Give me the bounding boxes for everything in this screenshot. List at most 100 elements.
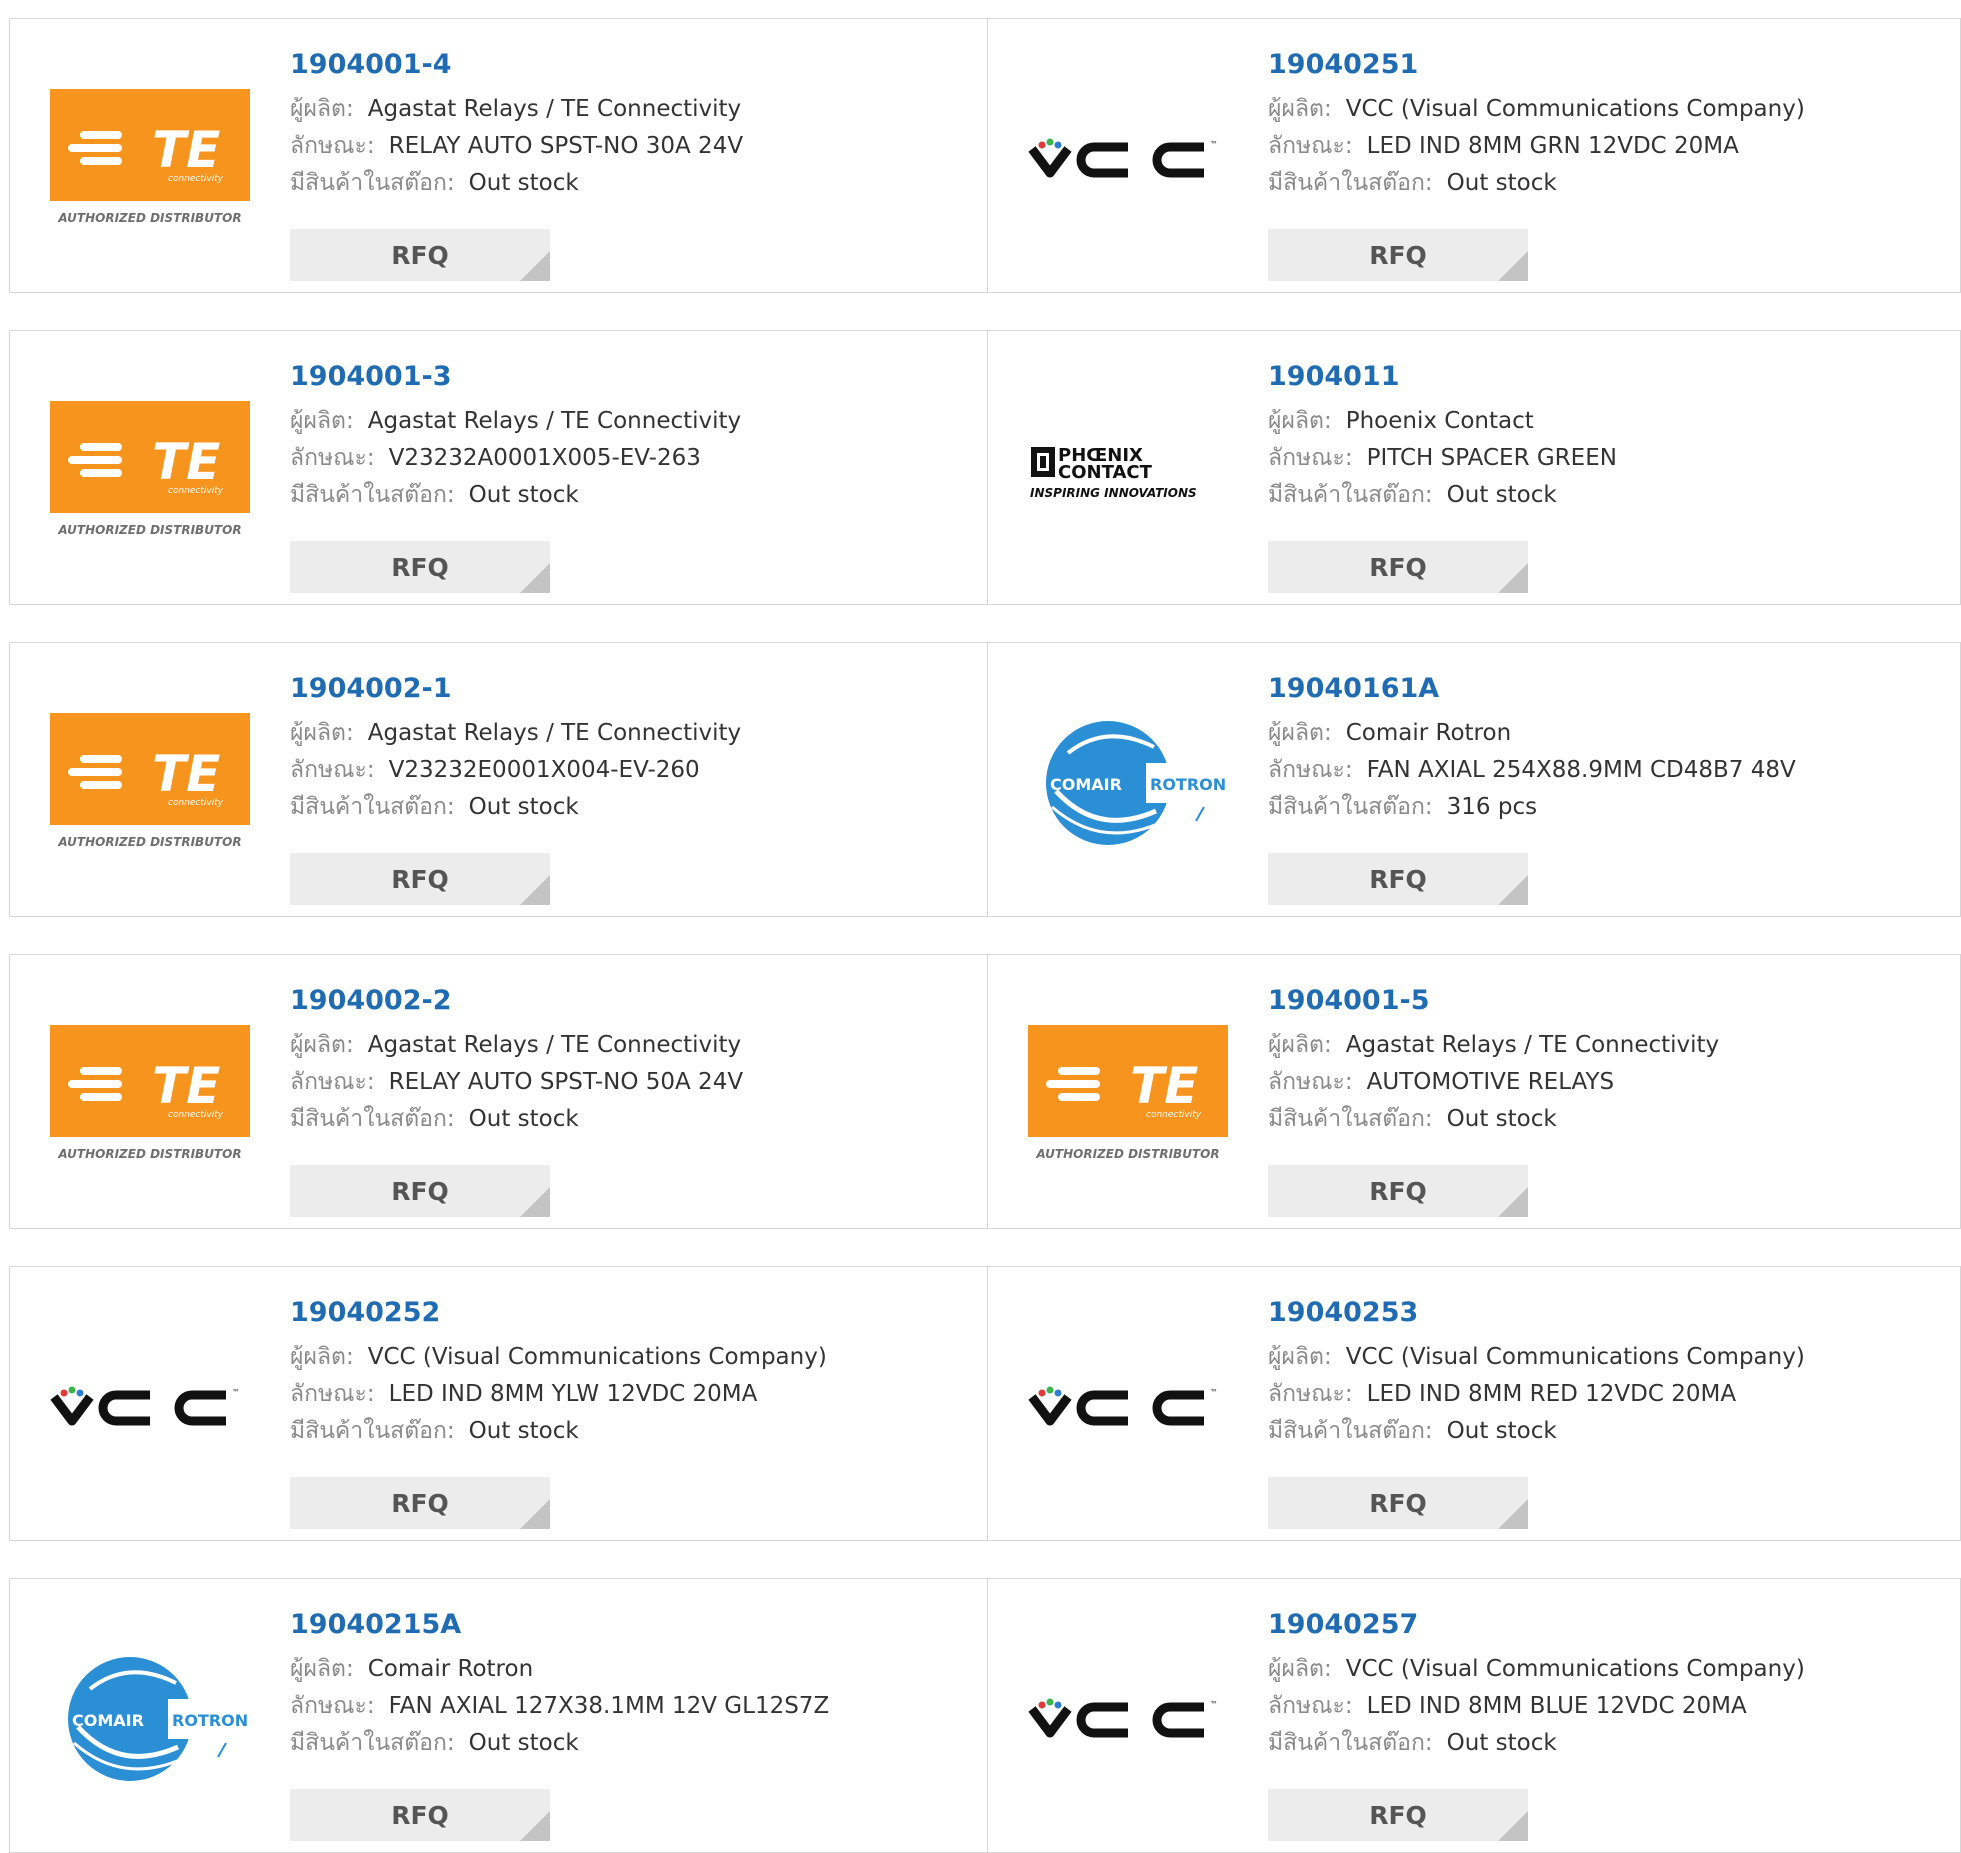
- stock-value: Out stock: [468, 482, 579, 508]
- rfq-label: RFQ: [391, 1801, 449, 1830]
- rfq-button[interactable]: RFQ: [290, 1789, 550, 1841]
- vcc-logo: ™: [1028, 138, 1218, 178]
- rfq-button[interactable]: RFQ: [1268, 1165, 1528, 1217]
- description-line: ลักษณะ: FAN AXIAL 127X38.1MM 12V GL12S7Z: [290, 1688, 829, 1725]
- brand-logo: COMAIR ROTRON: [50, 1649, 250, 1791]
- brand-logo: ™: [1028, 89, 1228, 231]
- te-connectivity-logo: TEconnectivity AUTHORIZED DISTRIBUTOR: [1028, 1025, 1228, 1161]
- part-number-link[interactable]: 19040252: [290, 1297, 827, 1329]
- rfq-label: RFQ: [1369, 241, 1427, 270]
- manufacturer-value: VCC (Visual Communications Company): [1345, 1656, 1805, 1682]
- description-label: ลักษณะ:: [1268, 1069, 1353, 1095]
- stock-value: Out stock: [468, 1730, 579, 1756]
- product-card: TE connectivity AUTHORIZED DISTRIBUTOR 1904…: [10, 955, 987, 1228]
- manufacturer-line: ผู้ผลิต: VCC (Visual Communications Compa…: [1268, 1339, 1805, 1376]
- svg-text:AUTHORIZED DISTRIBUTOR: AUTHORIZED DISTRIBUTOR: [57, 835, 241, 849]
- product-info: 19040215A ผู้ผลิต: Comair Rotron ลักษณะ: FAN…: [290, 1609, 829, 1762]
- svg-text:™: ™: [232, 1388, 240, 1397]
- svg-text:ROTRON: ROTRON: [1150, 775, 1226, 794]
- corner-triangle-icon: [1498, 875, 1528, 905]
- svg-text:TE: TE: [152, 745, 220, 803]
- product-card: PHŒNIX CONTACT INSPIRING INNOVATIONS 190401…: [988, 331, 1961, 604]
- svg-text:ROTRON: ROTRON: [172, 1711, 248, 1730]
- svg-text:connectivity: connectivity: [168, 174, 224, 184]
- part-number-link[interactable]: 1904001-5: [1268, 985, 1719, 1017]
- stock-value: Out stock: [1446, 1418, 1557, 1444]
- stock-value: Out stock: [468, 1418, 579, 1444]
- rfq-button[interactable]: RFQ: [290, 1165, 550, 1217]
- manufacturer-value: Comair Rotron: [1345, 720, 1512, 746]
- rfq-button[interactable]: RFQ: [1268, 1789, 1528, 1841]
- manufacturer-label: ผู้ผลิต:: [1268, 96, 1332, 122]
- part-number-link[interactable]: 19040251: [1268, 49, 1805, 81]
- manufacturer-label: ผู้ผลิต:: [290, 1656, 354, 1682]
- rfq-button[interactable]: RFQ: [1268, 853, 1528, 905]
- stock-line: มีสินค้าในสต๊อก: Out stock: [290, 165, 743, 202]
- description-label: ลักษณะ:: [1268, 757, 1353, 783]
- stock-line: มีสินค้าในสต๊อก: Out stock: [290, 1725, 829, 1762]
- part-number-link[interactable]: 1904001-4: [290, 49, 743, 81]
- stock-value: Out stock: [468, 794, 579, 820]
- part-number-link[interactable]: 19040257: [1268, 1609, 1805, 1641]
- product-info: 1904001-3 ผู้ผลิต: Agastat Relays / TE Con…: [290, 361, 741, 514]
- stock-line: มีสินค้าในสต๊อก: Out stock: [290, 1413, 827, 1450]
- manufacturer-value: Agastat Relays / TE Connectivity: [367, 1032, 742, 1058]
- description-value: RELAY AUTO SPST-NO 30A 24V: [388, 133, 744, 159]
- rfq-button[interactable]: RFQ: [290, 541, 550, 593]
- product-info: 1904011 ผู้ผลิต: Phoenix Contact ลักษณะ: PIT…: [1268, 361, 1617, 514]
- stock-line: มีสินค้าในสต๊อก: Out stock: [290, 789, 741, 826]
- stock-line: มีสินค้าในสต๊อก: 316 pcs: [1268, 789, 1796, 826]
- description-label: ลักษณะ:: [290, 1069, 375, 1095]
- rfq-label: RFQ: [391, 1489, 449, 1518]
- rfq-button[interactable]: RFQ: [290, 1477, 550, 1529]
- description-line: ลักษณะ: LED IND 8MM RED 12VDC 20MA: [1268, 1376, 1805, 1413]
- stock-label: มีสินค้าในสต๊อก:: [290, 1418, 455, 1444]
- part-number-link[interactable]: 1904001-3: [290, 361, 741, 393]
- svg-text:™: ™: [1210, 140, 1218, 149]
- manufacturer-line: ผู้ผลิต: Agastat Relays / TE Connectivity: [290, 715, 741, 752]
- manufacturer-label: ผู้ผลิต:: [290, 408, 354, 434]
- stock-line: มีสินค้าในสต๊อก: Out stock: [1268, 1413, 1805, 1450]
- rfq-button[interactable]: RFQ: [290, 853, 550, 905]
- stock-label: มีสินค้าในสต๊อก:: [290, 1106, 455, 1132]
- stock-label: มีสินค้าในสต๊อก:: [290, 794, 455, 820]
- manufacturer-line: ผู้ผลิต: VCC (Visual Communications Compa…: [1268, 91, 1805, 128]
- manufacturer-label: ผู้ผลิต:: [1268, 1656, 1332, 1682]
- description-label: ลักษณะ:: [290, 757, 375, 783]
- corner-triangle-icon: [1498, 1499, 1528, 1529]
- corner-triangle-icon: [520, 1811, 550, 1841]
- description-line: ลักษณะ: LED IND 8MM GRN 12VDC 20MA: [1268, 128, 1805, 165]
- part-number-link[interactable]: 19040215A: [290, 1609, 829, 1641]
- rfq-button[interactable]: RFQ: [1268, 229, 1528, 281]
- svg-text:AUTHORIZED DISTRIBUTOR: AUTHORIZED DISTRIBUTOR: [1035, 1147, 1219, 1161]
- part-number-link[interactable]: 19040161A: [1268, 673, 1796, 705]
- stock-line: มีสินค้าในสต๊อก: Out stock: [1268, 165, 1805, 202]
- manufacturer-line: ผู้ผลิต: Agastat Relays / TE Connectivity: [290, 1027, 743, 1064]
- product-row: COMAIR ROTRON 19040215A ผู้ผลิต: Comair Rotr…: [9, 1578, 1961, 1853]
- product-info: 1904001-4 ผู้ผลิต: Agastat Relays / TE Con…: [290, 49, 743, 202]
- manufacturer-label: ผู้ผลิต:: [1268, 720, 1332, 746]
- rfq-button[interactable]: RFQ: [290, 229, 550, 281]
- part-number-link[interactable]: 1904011: [1268, 361, 1617, 393]
- svg-text:™: ™: [1210, 1700, 1218, 1709]
- manufacturer-value: Agastat Relays / TE Connectivity: [367, 96, 742, 122]
- manufacturer-value: VCC (Visual Communications Company): [367, 1344, 827, 1370]
- part-number-link[interactable]: 19040253: [1268, 1297, 1805, 1329]
- comair-rotron-logo: COMAIR ROTRON: [68, 1657, 250, 1781]
- stock-value: Out stock: [1446, 170, 1557, 196]
- part-number-link[interactable]: 1904002-1: [290, 673, 741, 705]
- rfq-button[interactable]: RFQ: [1268, 1477, 1528, 1529]
- rfq-label: RFQ: [1369, 1801, 1427, 1830]
- description-value: LED IND 8MM BLUE 12VDC 20MA: [1366, 1693, 1747, 1719]
- te-connectivity-logo: TEconnectivity AUTHORIZED DISTRIBUTOR: [50, 401, 250, 537]
- stock-label: มีสินค้าในสต๊อก:: [1268, 794, 1433, 820]
- part-number-link[interactable]: 1904002-2: [290, 985, 743, 1017]
- brand-logo: COMAIR ROTRON: [1028, 713, 1228, 855]
- manufacturer-label: ผู้ผลิต:: [290, 1344, 354, 1370]
- description-value: V23232A0001X005-EV-263: [388, 445, 701, 471]
- description-line: ลักษณะ: FAN AXIAL 254X88.9MM CD48B7 48V: [1268, 752, 1796, 789]
- rfq-label: RFQ: [1369, 1177, 1427, 1206]
- vcc-logo: ™: [1028, 1386, 1218, 1426]
- stock-line: มีสินค้าในสต๊อก: Out stock: [1268, 1101, 1719, 1138]
- rfq-button[interactable]: RFQ: [1268, 541, 1528, 593]
